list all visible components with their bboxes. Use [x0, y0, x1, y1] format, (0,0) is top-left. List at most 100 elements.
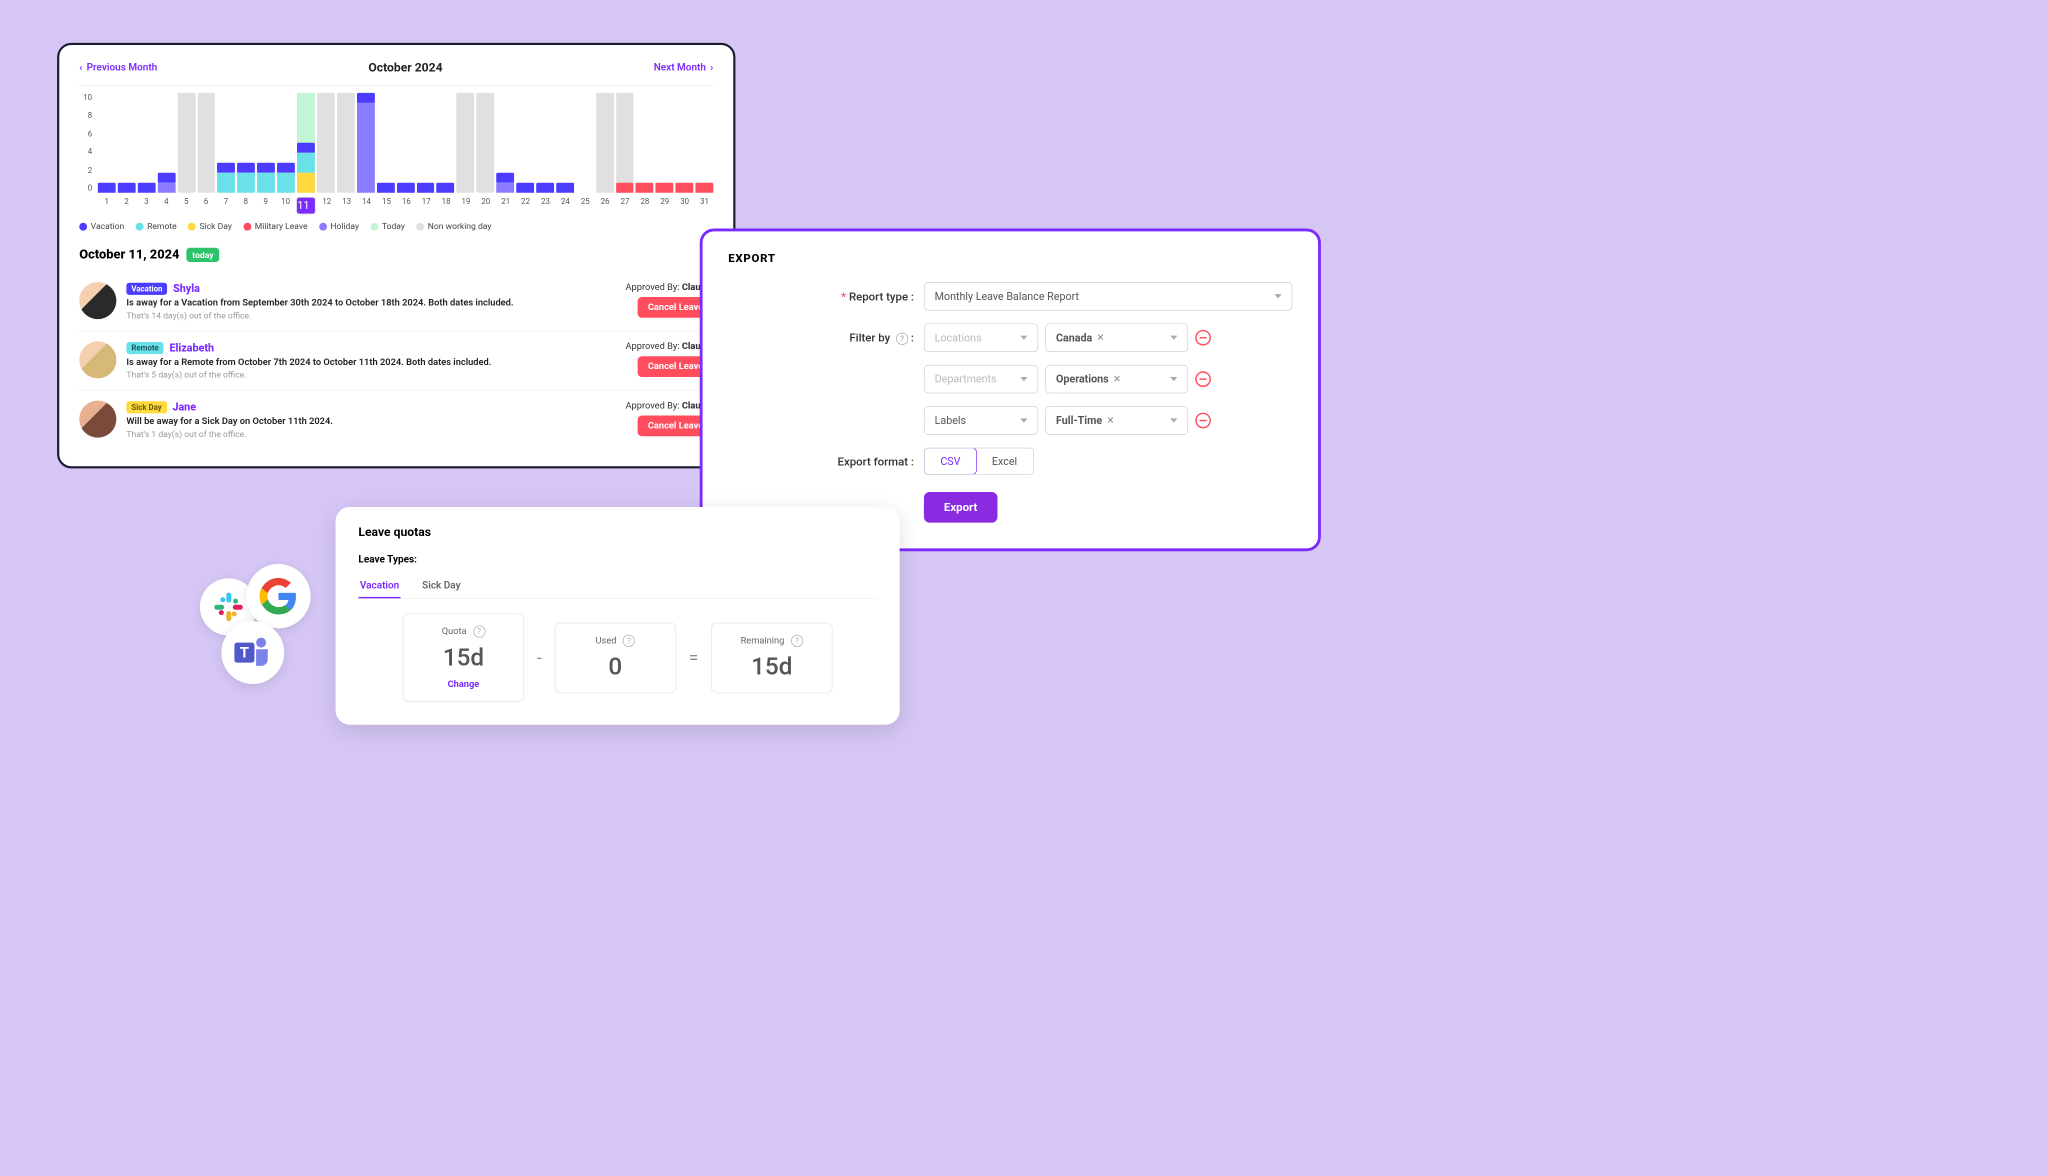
- remaining-value: 15d: [739, 652, 805, 681]
- day-6[interactable]: 6: [197, 197, 215, 214]
- chevron-down-icon: [1274, 294, 1281, 298]
- remove-tag-icon[interactable]: ✕: [1106, 415, 1114, 426]
- calendar-title: October 2024: [368, 61, 442, 75]
- filter-row: Departments Operations ✕: [728, 365, 1292, 394]
- selected-date: October 11, 2024: [79, 247, 179, 262]
- day-2[interactable]: 2: [118, 197, 136, 214]
- day-24[interactable]: 24: [556, 197, 574, 214]
- legend-item: Vacation: [79, 221, 124, 231]
- day-29[interactable]: 29: [656, 197, 674, 214]
- remaining-box: Remaining? 15d: [711, 622, 832, 693]
- chevron-down-icon: [1020, 418, 1027, 422]
- tab-vacation[interactable]: Vacation: [358, 574, 400, 598]
- delete-filter-icon[interactable]: [1195, 413, 1211, 429]
- report-type-select[interactable]: Monthly Leave Balance Report: [924, 282, 1292, 311]
- delete-filter-icon[interactable]: [1195, 371, 1211, 387]
- day-15[interactable]: 15: [378, 197, 396, 214]
- day-26[interactable]: 26: [596, 197, 614, 214]
- help-icon[interactable]: ?: [623, 634, 635, 646]
- filter-type-select[interactable]: Departments: [924, 365, 1038, 394]
- day-21[interactable]: 21: [497, 197, 515, 214]
- person-name[interactable]: Shyla: [173, 282, 200, 295]
- day-30[interactable]: 30: [676, 197, 694, 214]
- quotas-stats: Quota? 15d Change - Used? 0 = Remaining?…: [358, 613, 876, 702]
- help-icon[interactable]: ?: [473, 625, 485, 637]
- chart-legend: VacationRemoteSick DayMilitary LeaveHoli…: [79, 221, 713, 231]
- leave-type-tag: Vacation: [126, 282, 167, 294]
- delete-filter-icon[interactable]: [1195, 330, 1211, 346]
- day-1[interactable]: 1: [98, 197, 116, 214]
- quotas-tabs: Vacation Sick Day: [358, 574, 876, 599]
- day-7[interactable]: 7: [217, 197, 235, 214]
- day-10[interactable]: 10: [277, 197, 295, 214]
- filter-value-select[interactable]: Operations ✕: [1045, 365, 1188, 394]
- quotas-subtitle: Leave Types:: [358, 554, 876, 565]
- day-5[interactable]: 5: [177, 197, 195, 214]
- day-17[interactable]: 17: [417, 197, 435, 214]
- filter-row: Labels Full-Time ✕: [728, 406, 1292, 435]
- export-button[interactable]: Export: [924, 492, 997, 523]
- help-icon[interactable]: ?: [791, 634, 803, 646]
- day-18[interactable]: 18: [437, 197, 455, 214]
- day-16[interactable]: 16: [397, 197, 415, 214]
- remove-tag-icon[interactable]: ✕: [1097, 332, 1105, 343]
- day-3[interactable]: 3: [138, 197, 156, 214]
- next-month-label: Next Month: [654, 62, 706, 73]
- day-9[interactable]: 9: [257, 197, 275, 214]
- day-13[interactable]: 13: [338, 197, 356, 214]
- leave-row: Remote Elizabeth Is away for a Remote fr…: [79, 331, 713, 390]
- google-icon: [246, 564, 310, 628]
- leave-row: Vacation Shyla Is away for a Vacation fr…: [79, 272, 713, 331]
- day-8[interactable]: 8: [237, 197, 255, 214]
- remove-tag-icon[interactable]: ✕: [1113, 374, 1121, 385]
- equals-operator: =: [689, 648, 698, 668]
- day-25[interactable]: 25: [576, 197, 594, 214]
- filter-type-select[interactable]: Labels: [924, 406, 1038, 435]
- day-27[interactable]: 27: [616, 197, 634, 214]
- day-20[interactable]: 20: [477, 197, 495, 214]
- day-14[interactable]: 14: [358, 197, 376, 214]
- day-11[interactable]: 11: [297, 197, 316, 214]
- report-type-value: Monthly Leave Balance Report: [935, 290, 1079, 303]
- format-option-excel[interactable]: Excel: [976, 448, 1033, 474]
- filter-value-select[interactable]: Full-Time ✕: [1045, 406, 1188, 435]
- filter-type-select[interactable]: Locations: [924, 323, 1038, 352]
- chevron-left-icon: ‹: [79, 62, 82, 73]
- remaining-label: Remaining?: [739, 634, 805, 646]
- chevron-down-icon: [1170, 377, 1177, 381]
- day-4[interactable]: 4: [157, 197, 175, 214]
- filter-label: Filter by ? :: [728, 331, 914, 345]
- chevron-down-icon: [1170, 336, 1177, 340]
- day-22[interactable]: 22: [517, 197, 535, 214]
- leave-subtext: That's 1 day(s) out of the office.: [126, 429, 615, 439]
- chart-y-axis: 1086420: [79, 93, 92, 193]
- help-icon[interactable]: ?: [896, 333, 908, 345]
- person-name[interactable]: Elizabeth: [169, 341, 214, 354]
- quotas-card: Leave quotas Leave Types: VacationSick D…: [336, 507, 900, 725]
- today-badge: today: [187, 247, 220, 261]
- change-link[interactable]: Change: [431, 679, 497, 690]
- day-31[interactable]: 31: [696, 197, 714, 214]
- legend-item: Today: [370, 221, 404, 231]
- chevron-right-icon: ›: [710, 62, 713, 73]
- tab-sick-day[interactable]: Sick Day: [421, 574, 462, 598]
- chevron-down-icon: [1170, 418, 1177, 422]
- next-month-link[interactable]: Next Month ›: [654, 62, 714, 73]
- day-12[interactable]: 12: [318, 197, 336, 214]
- day-28[interactable]: 28: [636, 197, 654, 214]
- legend-item: Sick Day: [188, 221, 232, 231]
- prev-month-link[interactable]: ‹ Previous Month: [79, 62, 157, 73]
- day-19[interactable]: 19: [457, 197, 475, 214]
- leave-description: Is away for a Vacation from September 30…: [126, 298, 615, 309]
- person-name[interactable]: Jane: [172, 401, 196, 414]
- format-option-csv[interactable]: CSV: [924, 448, 977, 475]
- day-23[interactable]: 23: [537, 197, 555, 214]
- leave-type-tag: Sick Day: [126, 401, 166, 413]
- date-heading: October 11, 2024 today: [79, 247, 713, 262]
- export-format-label: Export format :: [728, 454, 914, 468]
- leave-subtext: That's 14 day(s) out of the office.: [126, 311, 615, 321]
- filters-group: Filter by ? : Locations Canada ✕ Departm…: [728, 323, 1292, 434]
- filter-value-select[interactable]: Canada ✕: [1045, 323, 1188, 352]
- leave-type-tag: Remote: [126, 342, 163, 354]
- report-type-row: * Report type : Monthly Leave Balance Re…: [728, 282, 1292, 311]
